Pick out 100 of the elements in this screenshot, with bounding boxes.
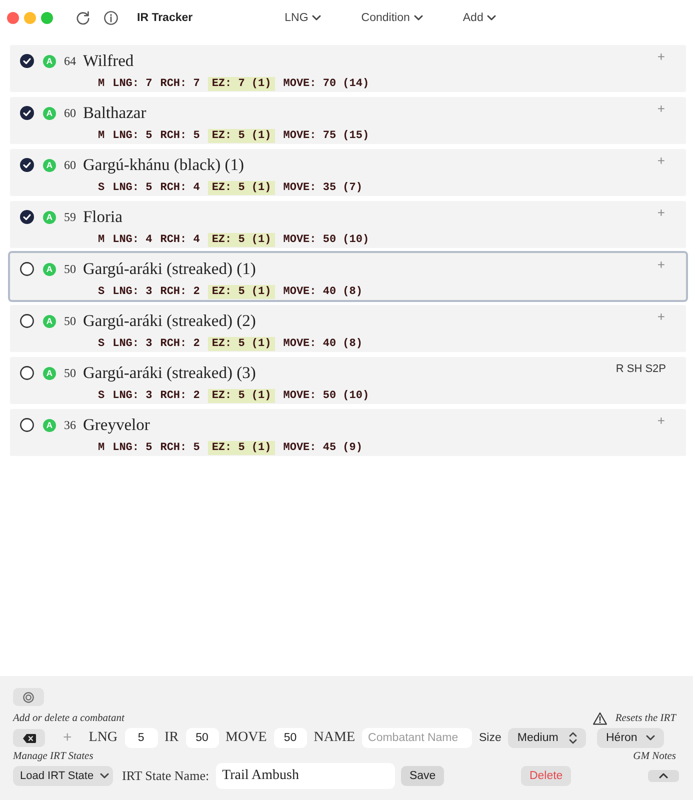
updown-chevron-icon (569, 732, 578, 744)
combatant-row[interactable]: A 50 Gargú-aráki (streaked) (1) + S LNG: 3 RCH: 2 EZ: 5 (1) MOVE: 40 (8) (8, 251, 688, 302)
ez-stat: EZ: 5 (1) (208, 441, 276, 455)
lng-stat: LNG: 5 (112, 181, 152, 195)
combatant-row[interactable]: A 50 Gargú-aráki (streaked) (3) R SH S2P S LNG: 3 RCH: 2 EZ: 5 (1) MOVE: 50 (10) (10, 357, 686, 404)
move-stat: MOVE: 50 (10) (283, 389, 370, 403)
status-badge: A (43, 418, 56, 432)
combatant-name: Gargú-aráki (streaked) (1) (83, 259, 256, 279)
rch-stat: RCH: 5 (160, 441, 200, 455)
target-icon (23, 692, 34, 702)
ez-stat: EZ: 5 (1) (208, 389, 276, 403)
checkbox[interactable] (20, 210, 34, 224)
initiative-number: 50 (64, 366, 76, 380)
ez-stat: EZ: 7 (1) (208, 77, 276, 91)
name-input[interactable]: Combatant Name (362, 728, 472, 748)
menu-button[interactable]: Condition (361, 10, 423, 26)
collapse-button[interactable] (648, 770, 679, 782)
rch-stat: RCH: 4 (160, 181, 200, 195)
rch-stat: RCH: 2 (160, 285, 200, 299)
combatant-name: Greyvelor (83, 415, 150, 435)
backspace-button[interactable] (13, 729, 45, 747)
combatant-name: Gargú-aráki (streaked) (3) (83, 363, 256, 383)
checkbox[interactable] (20, 418, 34, 432)
move-stat: MOVE: 45 (9) (283, 441, 362, 455)
rch-stat: RCH: 2 (160, 389, 200, 403)
menu-button[interactable]: Add (462, 10, 496, 26)
status-badge: A (43, 158, 56, 172)
backspace-icon (22, 734, 36, 742)
status-badge: A (43, 54, 56, 68)
combatant-row[interactable]: A 36 Greyvelor + M LNG: 5 RCH: 5 EZ: 5 (1) MOVE: 45 (9) (10, 409, 686, 456)
size-code: M (98, 129, 105, 143)
size-code: M (98, 233, 105, 247)
combatant-name: Balthazar (83, 103, 146, 123)
state-name-input[interactable]: Trail Ambush (216, 763, 396, 789)
size-code: S (98, 285, 105, 299)
lng-stat: LNG: 3 (112, 285, 152, 299)
size-code: M (98, 77, 105, 91)
combatant-name: Floria (83, 207, 122, 227)
lng-stat: LNG: 3 (112, 389, 152, 403)
rch-stat: RCH: 4 (160, 233, 200, 247)
preset-select[interactable]: Héron (597, 728, 664, 748)
combatant-row[interactable]: A 60 Gargú-khánu (black) (1) + S LNG: 5 RCH: 4 EZ: 5 (1) MOVE: 35 (7) (10, 149, 686, 196)
number-input[interactable]: 5 (124, 728, 158, 748)
combatant-row[interactable]: A 59 Floria + M LNG: 4 RCH: 4 EZ: 5 (1) MOVE: 50 (10) (10, 201, 686, 248)
initiative-number: 36 (64, 418, 76, 432)
number-input[interactable]: 50 (274, 728, 307, 748)
chevron-down-icon (646, 735, 655, 741)
checkbox[interactable] (20, 262, 34, 276)
combatant-row[interactable]: A 64 Wilfred + M LNG: 7 RCH: 7 EZ: 7 (1) MOVE: 70 (14) (10, 45, 686, 92)
checkbox[interactable] (20, 314, 34, 328)
move-stat: MOVE: 35 (7) (283, 181, 362, 195)
field-label: LNG (88, 730, 118, 746)
ez-stat: EZ: 5 (1) (208, 181, 276, 195)
combatant-row[interactable]: A 50 Gargú-aráki (streaked) (2) + S LNG: 3 RCH: 2 EZ: 5 (1) MOVE: 40 (8) (10, 305, 686, 352)
window-title: IR Tracker (137, 12, 193, 24)
checkbox[interactable] (20, 366, 34, 380)
lng-stat: LNG: 5 (112, 129, 152, 143)
conditions-text: R SH S2P (616, 362, 666, 376)
lng-stat: LNG: 7 (112, 77, 152, 91)
target-button[interactable] (13, 688, 44, 706)
size-code: S (98, 337, 105, 351)
info-icon[interactable] (104, 11, 118, 25)
initiative-number: 50 (64, 314, 76, 328)
status-badge: A (43, 262, 56, 276)
combatant-name: Wilfred (83, 51, 134, 71)
field-label: IRT State Name: (122, 768, 210, 784)
move-stat: MOVE: 50 (10) (283, 233, 370, 247)
field-label: IR (164, 730, 179, 746)
combatant-row[interactable]: A 60 Balthazar + M LNG: 5 RCH: 5 EZ: 5 (1) MOVE: 75 (15) (10, 97, 686, 144)
move-stat: MOVE: 40 (8) (283, 285, 362, 299)
rch-stat: RCH: 7 (160, 77, 200, 91)
status-badge: A (43, 366, 56, 380)
save-button[interactable]: Save (401, 766, 444, 786)
initiative-number: 64 (64, 54, 76, 68)
ez-stat: EZ: 5 (1) (208, 285, 276, 299)
chevron-down-icon (312, 15, 322, 21)
move-stat: MOVE: 70 (14) (283, 77, 370, 91)
chevron-down-icon (487, 15, 496, 21)
field-label: Size (479, 732, 502, 744)
menu-button[interactable]: LNG (284, 10, 322, 26)
status-badge: A (43, 210, 56, 224)
rch-stat: RCH: 5 (160, 129, 200, 143)
close-icon[interactable] (7, 12, 19, 24)
number-input[interactable]: 50 (186, 728, 219, 748)
size-code: S (98, 181, 105, 195)
load-state-select[interactable]: Load IRT State (13, 766, 113, 786)
checkbox[interactable] (20, 54, 34, 68)
ez-stat: EZ: 5 (1) (208, 337, 276, 351)
checkbox[interactable] (20, 106, 34, 120)
status-badge: A (43, 106, 56, 120)
lng-stat: LNG: 4 (112, 233, 152, 247)
chevron-down-icon (414, 15, 423, 21)
ez-stat: EZ: 5 (1) (208, 233, 276, 247)
combatant-name: Gargú-aráki (streaked) (2) (83, 311, 256, 331)
initiative-number: 60 (64, 158, 76, 172)
checkbox[interactable] (20, 158, 34, 172)
size-select[interactable]: Medium (508, 728, 586, 748)
chevron-up-icon (659, 773, 668, 779)
refresh-icon[interactable] (76, 11, 90, 25)
section-caption: Resets the IRT (615, 712, 676, 724)
